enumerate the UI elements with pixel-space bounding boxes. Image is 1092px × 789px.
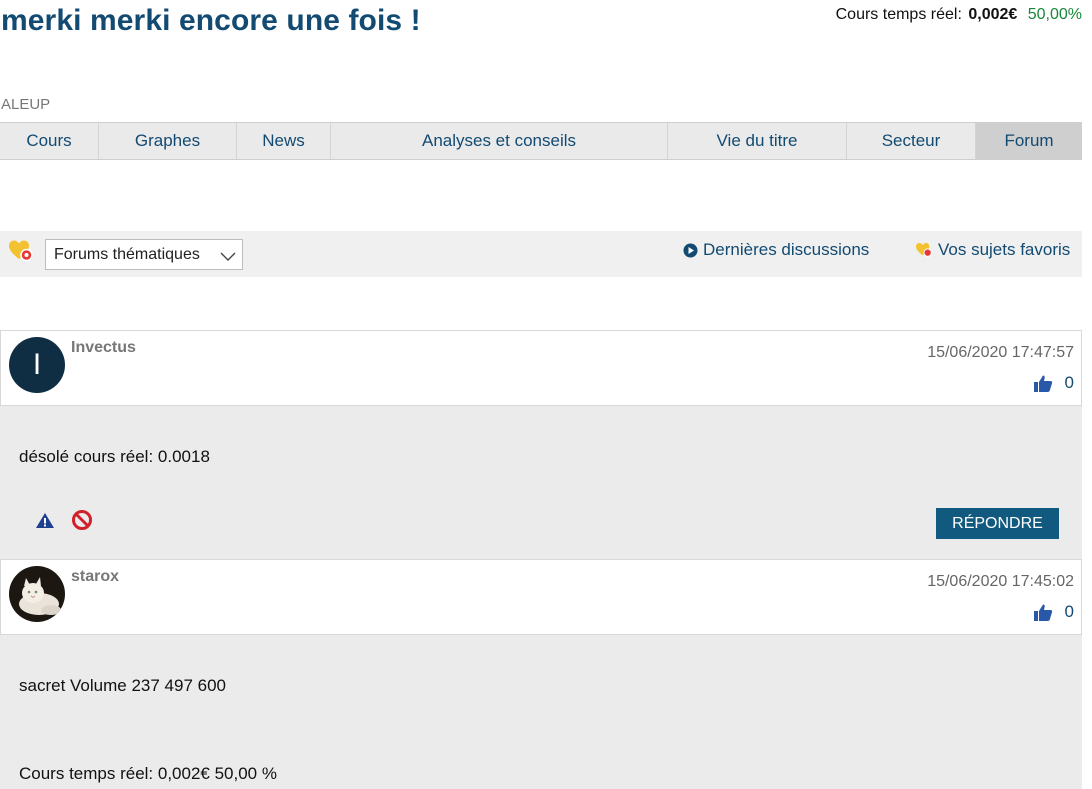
favorite-topics-link[interactable]: Vos sujets favoris — [915, 240, 1070, 260]
select-value: Forums thématiques — [54, 246, 200, 263]
post-body: sacret Volume 237 497 600 Cours temps ré… — [0, 635, 1082, 789]
tab-forum[interactable]: Forum — [976, 123, 1082, 159]
tab-vie-du-titre[interactable]: Vie du titre — [668, 123, 847, 159]
post-author[interactable]: Invectus — [71, 339, 136, 357]
post-body: désolé cours réel: 0.0018 RÉPONDRE — [0, 406, 1082, 559]
like-count: 0 — [1064, 373, 1074, 392]
post-author[interactable]: starox — [71, 568, 119, 586]
heart-favorite-icon — [8, 239, 33, 262]
thumbs-up-icon — [1033, 604, 1052, 621]
like-button[interactable]: 0 — [1033, 602, 1074, 622]
block-icon[interactable] — [71, 509, 93, 536]
forum-category-select[interactable]: Forums thématiques — [45, 239, 243, 270]
post-text-line: sacret Volume 237 497 600 — [19, 676, 226, 695]
post-date: 15/06/2020 17:47:57 — [927, 344, 1074, 361]
post-date: 15/06/2020 17:45:02 — [927, 573, 1074, 590]
tab-graphes[interactable]: Graphes — [99, 123, 237, 159]
chevron-down-icon — [220, 249, 236, 261]
post-header: starox 15/06/2020 17:45:02 0 — [0, 559, 1082, 635]
tab-news[interactable]: News — [237, 123, 331, 159]
tab-analyses[interactable]: Analyses et conseils — [331, 123, 668, 159]
quote-label: Cours temps réel: — [835, 6, 962, 23]
heart-favorite-icon — [916, 243, 932, 257]
thumbs-up-icon — [1033, 375, 1052, 392]
post-header: I Invectus 15/06/2020 17:47:57 0 — [0, 330, 1082, 406]
realtime-quote: Cours temps réel: 0,002€ 50,00% — [836, 6, 1082, 24]
quote-change: 50,00% — [1027, 6, 1082, 23]
avatar-letter: I — [32, 348, 42, 381]
play-circle-icon — [683, 243, 698, 257]
like-button[interactable]: 0 — [1033, 373, 1074, 393]
tab-cours[interactable]: Cours — [0, 123, 99, 159]
ticker-symbol: ALEUP — [1, 96, 51, 113]
tab-secteur[interactable]: Secteur — [847, 123, 976, 159]
post-text: désolé cours réel: 0.0018 — [19, 447, 210, 466]
quote-price: 0,002€ — [968, 6, 1018, 23]
favorite-topics-label: Vos sujets favoris — [938, 240, 1071, 259]
post-text-line: Cours temps réel: 0,002€ 50,00 % — [19, 764, 277, 783]
latest-discussions-label: Dernières discussions — [703, 240, 870, 259]
warning-icon[interactable] — [35, 512, 55, 534]
reply-button[interactable]: RÉPONDRE — [936, 508, 1059, 539]
page-title: merki merki encore une fois ! — [1, 4, 421, 37]
latest-discussions-link[interactable]: Dernières discussions — [683, 240, 869, 260]
avatar[interactable] — [9, 566, 65, 622]
like-count: 0 — [1064, 602, 1074, 621]
section-tabs: Cours Graphes News Analyses et conseils … — [0, 122, 1082, 160]
avatar[interactable]: I — [9, 337, 65, 393]
forum-toolbar: Forums thématiques Dernières discussions… — [0, 231, 1082, 277]
